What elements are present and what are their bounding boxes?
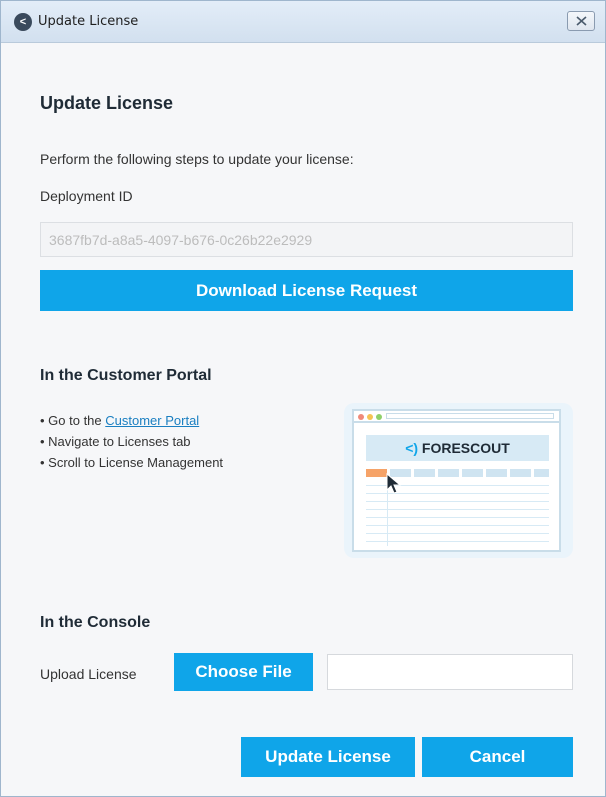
browser-dot-green [376,414,382,420]
illustration-tab [414,469,435,477]
illustration-browser-window: <) FORESCOUT [352,409,561,552]
portal-instructions: • Go to the Customer Portal • Navigate t… [40,410,223,473]
illustration-tab [486,469,507,477]
illustration-tab [534,469,549,477]
illustration-row-line [366,517,549,518]
forescout-logo: <) FORESCOUT [366,435,549,461]
cancel-button[interactable]: Cancel [422,737,573,777]
choose-file-button[interactable]: Choose File [174,653,313,691]
illustration-browser-bar [354,411,559,423]
selected-file-field[interactable] [327,654,573,690]
portal-step-1-prefix: • Go to the [40,413,106,428]
page-title: Update License [40,93,174,113]
illustration-row-line [366,501,549,502]
window-title: Update License [38,14,139,29]
forescout-logo-text: FORESCOUT [421,440,510,456]
portal-step-1: • Go to the Customer Portal [40,410,223,431]
browser-url-bar [386,413,554,419]
illustration-tab [510,469,531,477]
close-button[interactable] [567,11,595,31]
customer-portal-heading: In the Customer Portal [40,367,212,384]
illustration-row-line [366,533,549,534]
mouse-pointer-icon [386,473,402,494]
forescout-app-icon: < [14,13,32,31]
console-heading: In the Console [40,614,151,631]
title-bar[interactable]: < Update License [1,1,605,43]
customer-portal-link[interactable]: Customer Portal [105,413,199,428]
deployment-id-field[interactable] [40,222,573,257]
deployment-id-label: Deployment ID [40,188,133,204]
dialog-content: Update License Perform the following ste… [1,43,605,796]
illustration-row-line [366,509,549,510]
update-license-dialog: < Update License Update License Perform … [0,0,606,797]
upload-license-label: Upload License [40,666,137,682]
illustration-tab [438,469,459,477]
close-icon [576,16,587,26]
portal-step-3: • Scroll to License Management [40,455,224,470]
illustration-row-line [366,541,549,542]
illustration-row-line [366,525,549,526]
browser-dot-yellow [367,414,373,420]
illustration-tab [462,469,483,477]
update-license-button[interactable]: Update License [241,737,415,777]
browser-dot-red [358,414,364,420]
illustration-licenses-tab [366,469,387,477]
portal-illustration: <) FORESCOUT [344,403,573,558]
portal-step-2: • Navigate to Licenses tab [40,434,191,449]
instructions-text: Perform the following steps to update yo… [40,151,354,167]
download-license-request-button[interactable]: Download License Request [40,270,573,311]
forescout-logo-chevron: <) [405,440,419,456]
